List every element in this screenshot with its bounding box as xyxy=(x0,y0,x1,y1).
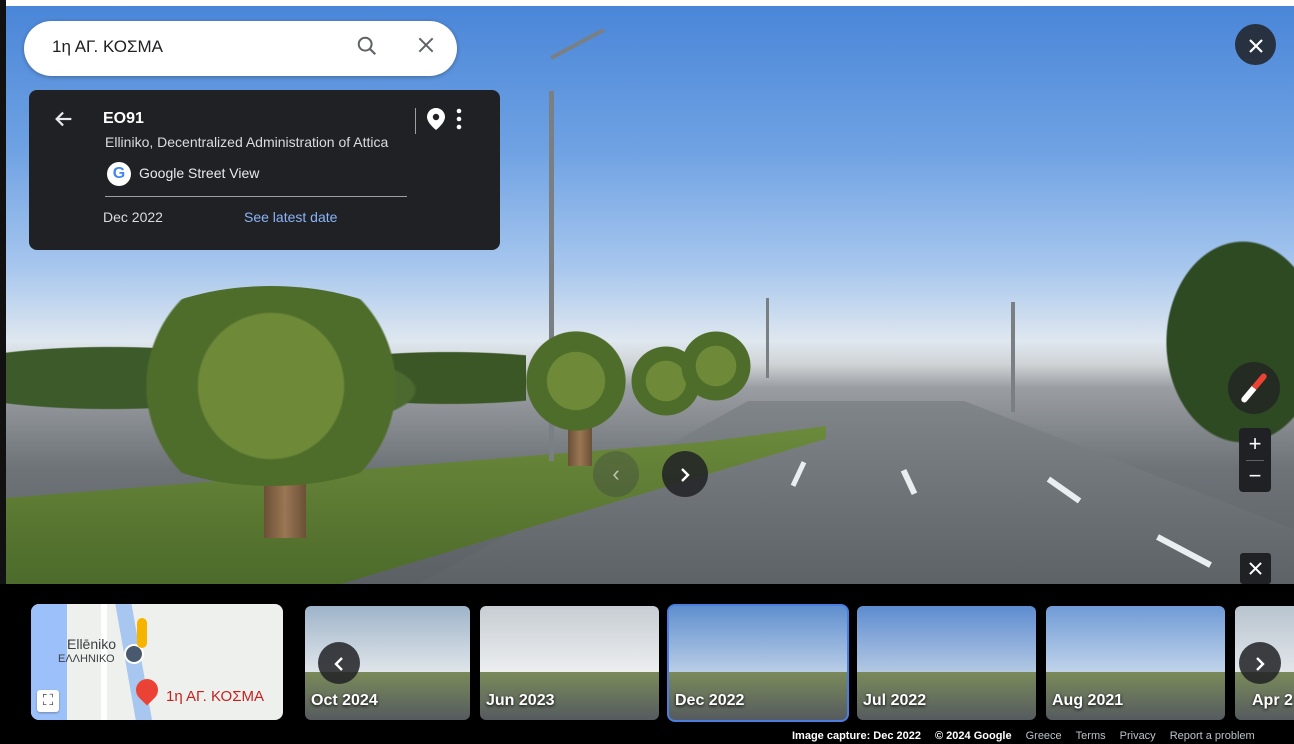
location-pin-icon[interactable] xyxy=(427,108,445,136)
image-capture-label: Image capture: Dec 2022 xyxy=(792,730,922,742)
palm-tree xyxy=(91,286,451,486)
chevron-right-icon[interactable] xyxy=(1239,642,1281,684)
plus-icon[interactable]: + xyxy=(1239,428,1271,460)
search-icon[interactable] xyxy=(354,35,380,61)
source-label: Google Street View xyxy=(139,165,260,181)
street-lamp-arm xyxy=(550,28,605,60)
search-box[interactable]: 1η ΑΓ. ΚΟΣΜΑ xyxy=(24,21,457,76)
map-pin-label: 1η ΑΓ. ΚΟΣΜΑ xyxy=(166,688,264,705)
street-lamp-far xyxy=(766,298,769,378)
region-label: Greece xyxy=(1025,730,1062,742)
timeline-thumb-selected[interactable]: Dec 2022 xyxy=(667,604,849,722)
close-street-view-button[interactable] xyxy=(1235,24,1276,65)
see-latest-date-link[interactable]: See latest date xyxy=(244,209,337,225)
timeline-thumb-label: Apr 2 xyxy=(1252,692,1293,709)
search-input[interactable]: 1η ΑΓ. ΚΟΣΜΑ xyxy=(52,37,163,57)
timeline-thumb[interactable]: Jul 2022 xyxy=(857,606,1036,720)
privacy-link[interactable]: Privacy xyxy=(1120,730,1156,742)
timeline-thumb-label: Oct 2024 xyxy=(311,692,378,709)
timeline-thumb-label: Jul 2022 xyxy=(863,692,927,709)
pegman-icon[interactable] xyxy=(137,618,147,648)
compass-icon[interactable] xyxy=(1228,362,1280,414)
map-place-label: Ellēniko xyxy=(67,636,117,652)
minus-icon[interactable]: − xyxy=(1239,460,1271,492)
palm-tree xyxy=(671,331,761,401)
copyright: © 2024 Google xyxy=(935,730,1012,742)
timeline-thumb[interactable]: Aug 2021 xyxy=(1046,606,1225,720)
google-logo-icon: G xyxy=(107,162,131,186)
divider xyxy=(105,196,407,197)
footer: Image capture: Dec 2022 © 2024 Google Gree… xyxy=(792,730,1255,744)
zoom-divider xyxy=(1246,460,1264,461)
more-vert-icon[interactable] xyxy=(456,108,462,134)
arrow-back-icon[interactable] xyxy=(53,108,75,136)
timeline-thumb[interactable]: Jun 2023 xyxy=(480,606,659,720)
utility-pole xyxy=(1011,302,1015,412)
report-problem-link[interactable]: Report a problem xyxy=(1170,730,1255,742)
close-timeline-button[interactable] xyxy=(1240,553,1271,584)
fullscreen-icon[interactable]: ⛶ xyxy=(37,690,59,712)
timeline-thumb-label: Jun 2023 xyxy=(486,692,555,709)
divider-vertical xyxy=(415,108,416,134)
map-place-label-greek: ΕΛΛΗΝΙΚΟ xyxy=(58,653,115,665)
timeline-thumb-label: Dec 2022 xyxy=(675,692,745,709)
chevron-left-icon[interactable] xyxy=(318,642,360,684)
terms-link[interactable]: Terms xyxy=(1076,730,1106,742)
close-icon[interactable] xyxy=(413,35,439,61)
capture-date: Dec 2022 xyxy=(103,209,163,225)
zoom-control: + − xyxy=(1239,428,1271,492)
location-info-card: ΕΟ91 Elliniko, Decentralized Administrat… xyxy=(29,90,500,250)
chevron-right-icon[interactable] xyxy=(662,451,708,497)
timeline-thumb-label: Aug 2021 xyxy=(1052,692,1124,709)
chevron-left-icon[interactable]: ‹ xyxy=(593,451,639,497)
location-title: ΕΟ91 xyxy=(103,110,144,127)
minimap[interactable]: Ellēniko ΕΛΛΗΝΙΚΟ 1η ΑΓ. ΚΟΣΜΑ ⛶ xyxy=(31,604,283,720)
location-subtitle: Elliniko, Decentralized Administration o… xyxy=(105,134,389,150)
